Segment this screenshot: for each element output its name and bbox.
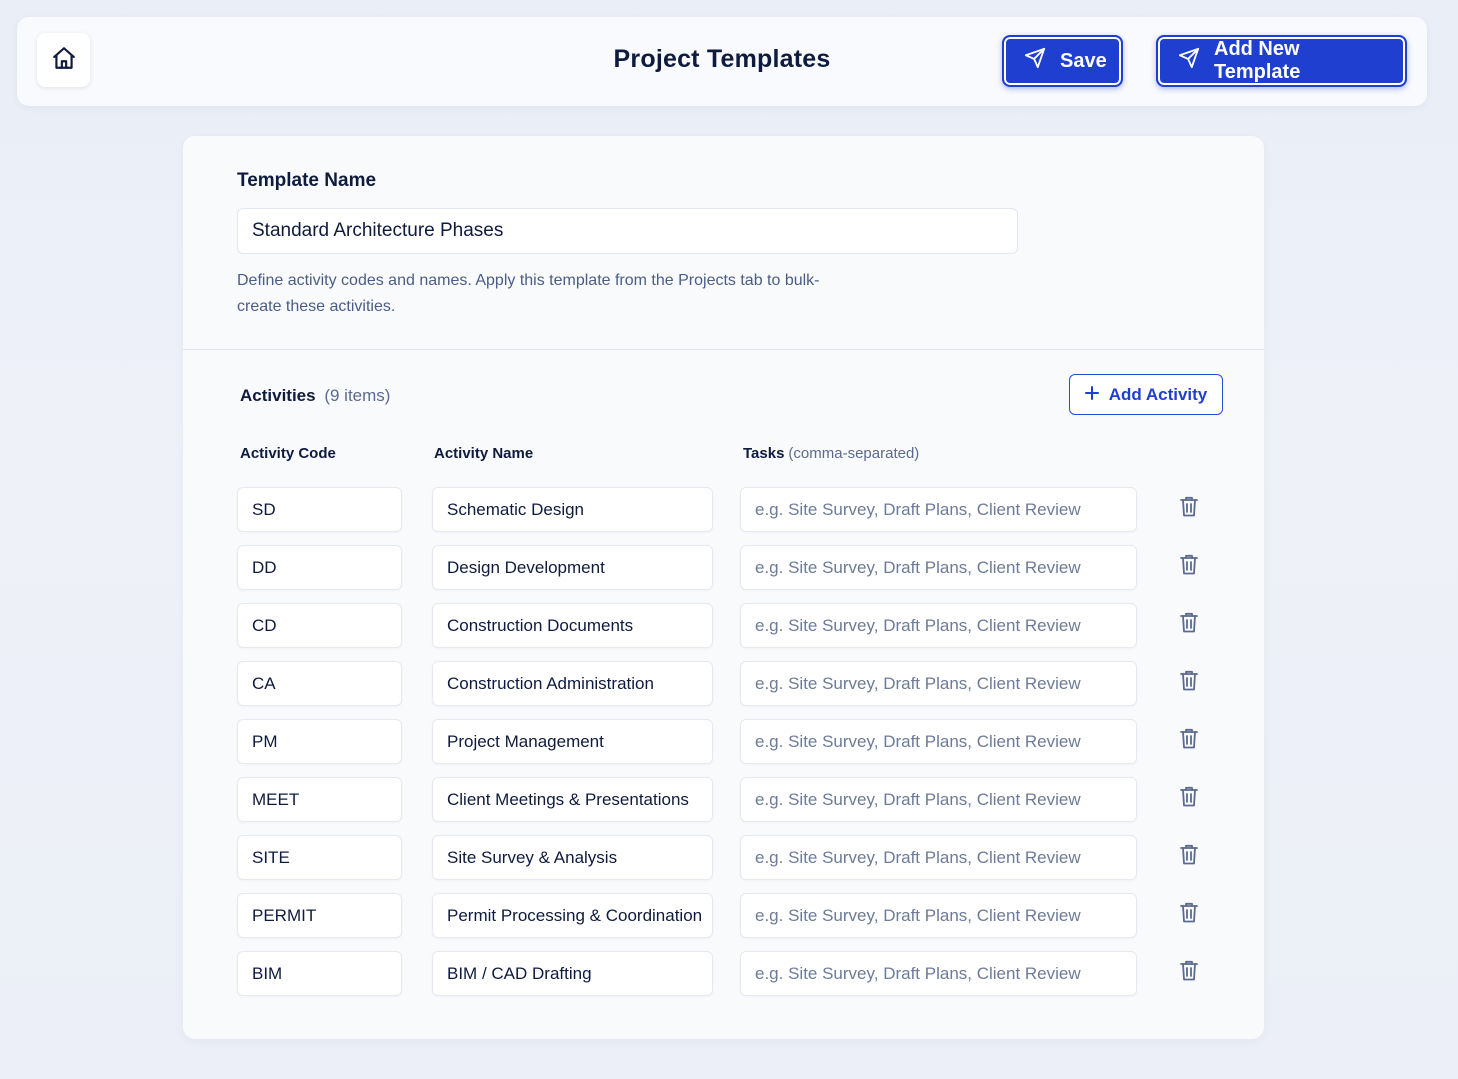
send-icon — [1178, 47, 1200, 75]
template-card: Template Name Define activity codes and … — [183, 136, 1264, 1039]
activity-tasks-input[interactable]: e.g. Site Survey, Draft Plans, Client Re… — [740, 719, 1137, 764]
trash-icon — [1180, 496, 1198, 522]
delete-activity-button[interactable] — [1177, 902, 1201, 928]
delete-activity-button[interactable] — [1177, 844, 1201, 870]
column-header-name: Activity Name — [434, 445, 534, 462]
activity-name-input[interactable]: Client Meetings & Presentations — [432, 777, 713, 822]
activities-title: Activities — [240, 386, 316, 405]
column-header-code: Activity Code — [240, 445, 336, 462]
save-button-label: Save — [1060, 49, 1107, 72]
add-new-template-label: Add New Template — [1214, 38, 1301, 83]
trash-icon — [1180, 728, 1198, 754]
activity-code-input[interactable]: CA — [237, 661, 402, 706]
delete-activity-button[interactable] — [1177, 960, 1201, 986]
column-header-tasks: Tasks (comma-separated) — [743, 445, 919, 462]
home-icon — [51, 45, 77, 76]
column-header-tasks-hint: (comma-separated) — [788, 445, 920, 462]
activity-code-input[interactable]: DD — [237, 545, 402, 590]
header-bar: Project Templates Save Add New Template — [17, 17, 1427, 106]
trash-icon — [1180, 786, 1198, 812]
delete-activity-button[interactable] — [1177, 786, 1201, 812]
delete-activity-button[interactable] — [1177, 670, 1201, 696]
activity-tasks-input[interactable]: e.g. Site Survey, Draft Plans, Client Re… — [740, 545, 1137, 590]
column-header-tasks-label: Tasks — [743, 445, 785, 462]
home-button[interactable] — [37, 33, 90, 87]
activity-name-input[interactable]: Construction Documents — [432, 603, 713, 648]
activity-name-input[interactable]: Design Development — [432, 545, 713, 590]
activities-count: (9 items) — [324, 386, 391, 405]
helper-text: Define activity codes and names. Apply t… — [237, 272, 820, 315]
save-button[interactable]: Save — [1002, 35, 1123, 87]
activity-tasks-input[interactable]: e.g. Site Survey, Draft Plans, Client Re… — [740, 835, 1137, 880]
delete-activity-button[interactable] — [1177, 496, 1201, 522]
activity-name-input[interactable]: BIM / CAD Drafting — [432, 951, 713, 996]
delete-activity-button[interactable] — [1177, 554, 1201, 580]
add-new-template-button[interactable]: Add New Template — [1156, 35, 1407, 87]
send-icon — [1024, 47, 1046, 75]
section-divider — [183, 349, 1264, 350]
activity-name-input[interactable]: Site Survey & Analysis — [432, 835, 713, 880]
activity-code-input[interactable]: PM — [237, 719, 402, 764]
add-activity-button[interactable]: Add Activity — [1069, 374, 1223, 415]
activity-tasks-input[interactable]: e.g. Site Survey, Draft Plans, Client Re… — [740, 951, 1137, 996]
activity-name-input[interactable]: Schematic Design — [432, 487, 713, 532]
trash-icon — [1180, 902, 1198, 928]
plus-icon — [1084, 385, 1099, 405]
template-name-label: Template Name — [237, 170, 377, 191]
activity-name-input[interactable]: Permit Processing & Coordination — [432, 893, 713, 938]
delete-activity-button[interactable] — [1177, 728, 1201, 754]
activity-code-input[interactable]: SD — [237, 487, 402, 532]
add-activity-label: Add Activity — [1108, 384, 1208, 404]
activity-code-input[interactable]: PERMIT — [237, 893, 402, 938]
trash-icon — [1180, 670, 1198, 696]
activity-tasks-input[interactable]: e.g. Site Survey, Draft Plans, Client Re… — [740, 487, 1137, 532]
activity-tasks-input[interactable]: e.g. Site Survey, Draft Plans, Client Re… — [740, 893, 1137, 938]
trash-icon — [1180, 844, 1198, 870]
activity-code-input[interactable]: MEET — [237, 777, 402, 822]
activity-tasks-input[interactable]: e.g. Site Survey, Draft Plans, Client Re… — [740, 603, 1137, 648]
activity-tasks-input[interactable]: e.g. Site Survey, Draft Plans, Client Re… — [740, 777, 1137, 822]
activity-tasks-input[interactable]: e.g. Site Survey, Draft Plans, Client Re… — [740, 661, 1137, 706]
activity-name-input[interactable]: Project Management — [432, 719, 713, 764]
activity-code-input[interactable]: CD — [237, 603, 402, 648]
delete-activity-button[interactable] — [1177, 612, 1201, 638]
trash-icon — [1180, 612, 1198, 638]
activities-heading: Activities (9 items) — [240, 386, 390, 406]
activity-name-input[interactable]: Construction Administration — [432, 661, 713, 706]
template-name-input[interactable] — [237, 208, 1018, 254]
activity-code-input[interactable]: BIM — [237, 951, 402, 996]
activity-code-input[interactable]: SITE — [237, 835, 402, 880]
trash-icon — [1180, 960, 1198, 986]
trash-icon — [1180, 554, 1198, 580]
